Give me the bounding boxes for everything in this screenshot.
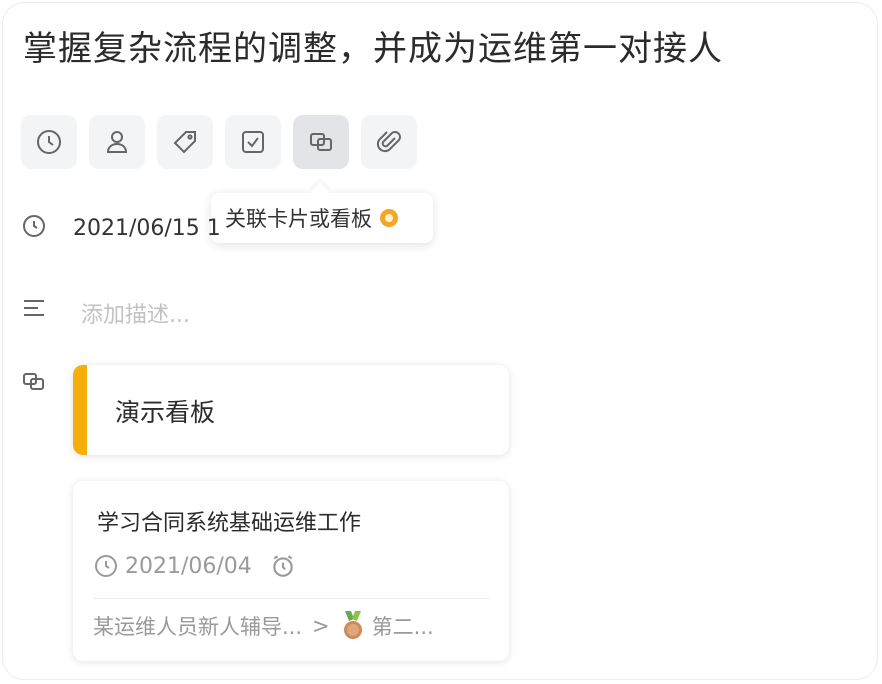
link-cards-icon (23, 373, 44, 390)
paperclip-icon (376, 131, 401, 153)
link-cards-icon (310, 133, 332, 151)
board-color-stripe (73, 365, 87, 455)
description-icon (24, 300, 44, 316)
divider (93, 598, 489, 599)
user-icon (106, 131, 128, 153)
linked-task-title: 学习合同系统基础运维工作 (97, 511, 362, 536)
alarm-icon (273, 555, 293, 577)
tag-button[interactable] (157, 115, 213, 169)
clock-icon (23, 215, 45, 237)
card-breadcrumb: 某运维人员新人辅导... > 第二... (93, 611, 434, 641)
breadcrumb-parent[interactable]: 某运维人员新人辅导... (93, 611, 302, 641)
link-cards-button[interactable] (293, 115, 349, 169)
tooltip-text: 关联卡片或看板 (225, 207, 372, 231)
medal-icon (343, 611, 362, 639)
hot-icon (380, 209, 398, 227)
date-value[interactable]: 2021/06/15 1 (73, 216, 221, 241)
tag-icon (173, 131, 196, 154)
tooltip-arrow (310, 182, 330, 202)
linked-board-card[interactable]: 演示看板 (73, 365, 509, 455)
attachment-button[interactable] (361, 115, 417, 169)
clock-icon (37, 130, 61, 154)
tooltip: 关联卡片或看板 (211, 182, 433, 243)
clock-icon (95, 555, 117, 577)
linked-task-card[interactable]: 学习合同系统基础运维工作 2021/06/04 某运维人员新人辅导... > 第… (73, 481, 509, 661)
description-input[interactable]: 添加描述... (81, 297, 190, 329)
checklist-button[interactable] (225, 115, 281, 169)
due-date: 2021/06/04 (125, 553, 252, 579)
assign-user-button[interactable] (89, 115, 145, 169)
breadcrumb-child[interactable]: 第二... (372, 611, 434, 641)
toolbar (21, 115, 417, 169)
task-detail-panel: 掌握复杂流程的调整，并成为运维第一对接人 关联卡片或看板 2021/06/15 … (2, 2, 878, 680)
due-date-row: 2021/06/04 (93, 553, 302, 579)
breadcrumb-separator: > (312, 614, 330, 638)
board-name: 演示看板 (115, 398, 216, 427)
task-title[interactable]: 掌握复杂流程的调整，并成为运维第一对接人 (23, 21, 723, 70)
checkbox-icon (242, 131, 264, 153)
set-time-button[interactable] (21, 115, 77, 169)
